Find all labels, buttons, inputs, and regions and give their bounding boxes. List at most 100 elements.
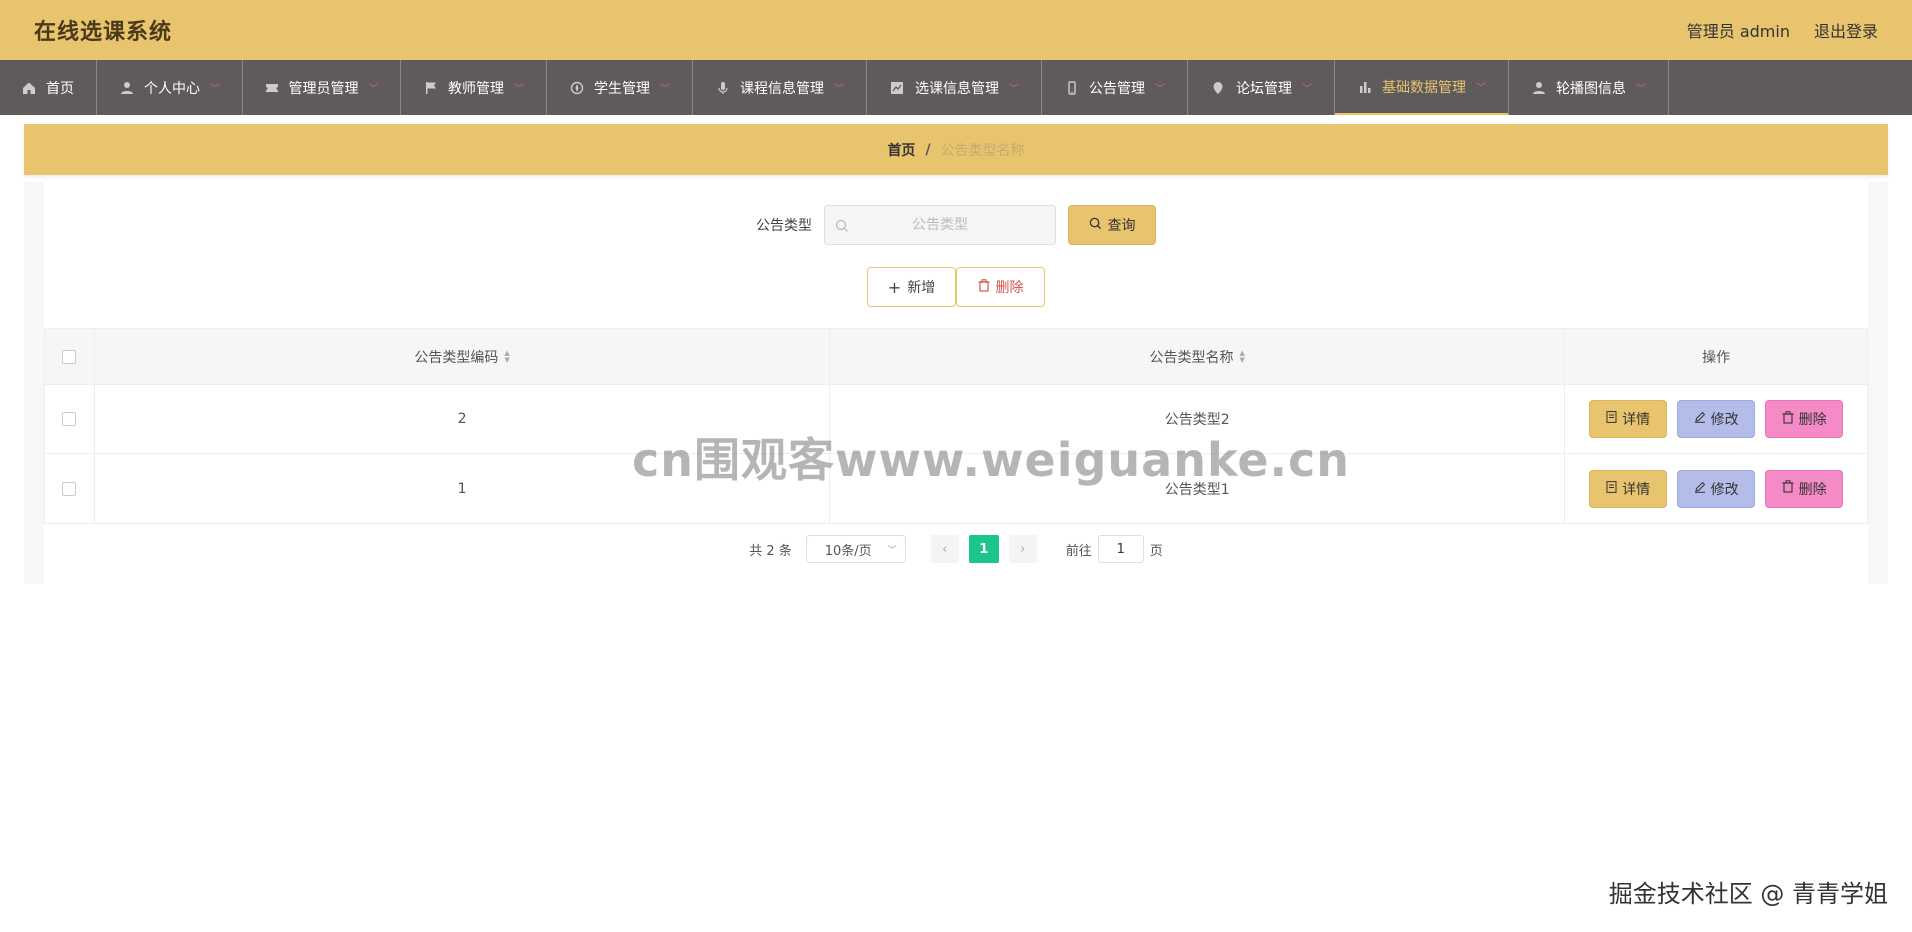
search-field[interactable] <box>824 205 1056 245</box>
content-panel: 公告类型 查询 + 新增 <box>24 182 1888 584</box>
next-page-button[interactable]: › <box>1008 535 1037 563</box>
batch-delete-button[interactable]: 删除 <box>956 267 1045 307</box>
header-code-label: 公告类型编码 <box>414 349 499 366</box>
nav-item-3[interactable]: 教师管理 ﹀ <box>401 60 547 115</box>
nav-item-5[interactable]: 课程信息管理 ﹀ <box>693 60 867 115</box>
add-button-label: 新增 <box>907 280 936 296</box>
nav-item-label: 教师管理 <box>448 80 504 97</box>
table-row: 2 公告类型2 详情 修改 删除 <box>45 385 1867 454</box>
query-button-label: 查询 <box>1107 218 1136 234</box>
bar-chart-icon <box>1357 79 1372 95</box>
batch-delete-label: 删除 <box>995 280 1024 296</box>
row-select-cell <box>45 454 95 523</box>
delete-button-label: 删除 <box>1798 481 1827 498</box>
nav-item-7[interactable]: 公告管理 ﹀ <box>1042 60 1188 115</box>
plus-icon: + <box>887 277 902 297</box>
nav-item-label: 个人中心 <box>144 80 200 97</box>
detail-button-label: 详情 <box>1622 481 1651 498</box>
nav-item-8[interactable]: 论坛管理 ﹀ <box>1188 60 1335 115</box>
delete-button[interactable]: 删除 <box>1765 469 1844 508</box>
nav-item-1[interactable]: 个人中心 ﹀ <box>97 60 243 115</box>
breadcrumb: 首页 / 公告类型名称 <box>24 124 1888 175</box>
action-bar: + 新增 删除 <box>44 267 1868 307</box>
prev-page-button[interactable]: ‹ <box>930 535 959 563</box>
page-number-current[interactable]: 1 <box>968 535 999 563</box>
microphone-icon <box>715 80 730 96</box>
breadcrumb-separator: / <box>925 141 931 158</box>
chevron-down-icon: ﹀ <box>1636 84 1646 95</box>
current-user-label: 管理员 admin <box>1686 22 1790 41</box>
add-button[interactable]: + 新增 <box>867 267 956 307</box>
trash-icon <box>1782 480 1794 497</box>
table-body: 2 公告类型2 详情 修改 删除 1 公告类型1 详情 修改 删除 <box>45 385 1867 523</box>
ticket-icon <box>265 80 279 96</box>
row-checkbox[interactable] <box>62 412 77 426</box>
table-header-row: 公告类型编码 ▲ ▼ 公告类型名称 ▲ ▼ 操作 <box>45 329 1867 385</box>
mobile-icon <box>1064 80 1079 96</box>
sort-icon[interactable]: ▲ ▼ <box>504 349 509 364</box>
delete-button-label: 删除 <box>1798 412 1827 428</box>
cell-name: 公告类型1 <box>830 454 1566 523</box>
chevron-down-icon: ﹀ <box>887 545 897 556</box>
chevron-right-icon: › <box>1020 541 1026 557</box>
nav-item-label: 选课信息管理 <box>915 80 999 97</box>
detail-button[interactable]: 详情 <box>1589 469 1668 508</box>
row-checkbox[interactable] <box>62 481 77 496</box>
sort-icon[interactable]: ▲ ▼ <box>1240 349 1245 364</box>
page-size-select[interactable]: 10条/页 ﹀ <box>805 535 906 563</box>
chevron-down-icon: ﹀ <box>660 84 670 95</box>
edit-button[interactable]: 修改 <box>1677 469 1756 508</box>
cell-ops: 详情 修改 删除 <box>1565 454 1867 523</box>
data-table: 公告类型编码 ▲ ▼ 公告类型名称 ▲ ▼ 操作 2 公告类型2 详情 修改 删除 1 公告类型1 详… <box>44 328 1868 524</box>
cell-code: 1 <box>95 454 831 523</box>
edit-button-label: 修改 <box>1710 412 1739 428</box>
search-bar: 公告类型 查询 <box>44 205 1868 245</box>
chevron-left-icon: ‹ <box>942 541 948 557</box>
logout-link[interactable]: 退出登录 <box>1814 18 1878 42</box>
nav-item-label: 基础数据管理 <box>1382 79 1466 96</box>
nav-item-4[interactable]: 学生管理 ﹀ <box>547 60 693 115</box>
nav-item-2[interactable]: 管理员管理 ﹀ <box>243 60 401 115</box>
edit-icon <box>1694 481 1706 497</box>
nav-item-label: 公告管理 <box>1089 80 1145 97</box>
delete-button[interactable]: 删除 <box>1765 400 1844 438</box>
nav-item-9[interactable]: 基础数据管理 ﹀ <box>1335 60 1509 115</box>
table-row: 1 公告类型1 详情 修改 删除 <box>45 454 1867 523</box>
nav-item-0[interactable]: 首页 <box>0 60 97 115</box>
pagination: 共 2 条 10条/页 ﹀ ‹ 1 › 前往 1 页 <box>44 535 1868 563</box>
chart-box-icon <box>889 80 905 96</box>
search-input[interactable] <box>835 217 1045 233</box>
search-icon <box>1089 217 1102 234</box>
user-icon <box>1531 80 1546 96</box>
query-button[interactable]: 查询 <box>1068 205 1156 245</box>
compass-icon <box>569 80 584 96</box>
goto-page-input[interactable]: 1 <box>1097 535 1144 563</box>
nav-item-6[interactable]: 选课信息管理 ﹀ <box>867 60 1042 115</box>
nav-item-label: 管理员管理 <box>288 80 359 97</box>
select-all-checkbox[interactable] <box>62 349 77 364</box>
header-code[interactable]: 公告类型编码 ▲ ▼ <box>95 329 831 384</box>
header-ops-label: 操作 <box>1702 349 1731 366</box>
chevron-down-icon: ﹀ <box>1476 83 1486 94</box>
chevron-down-icon: ﹀ <box>834 84 844 95</box>
breadcrumb-home[interactable]: 首页 <box>887 140 915 160</box>
nav-item-10[interactable]: 轮播图信息 ﹀ <box>1509 60 1669 115</box>
page-size-value: 10条/页 <box>824 543 872 559</box>
goto-suffix: 页 <box>1149 543 1163 559</box>
cell-code: 2 <box>95 385 831 453</box>
cell-name: 公告类型2 <box>830 385 1566 453</box>
header-name[interactable]: 公告类型名称 ▲ ▼ <box>830 329 1566 384</box>
document-icon <box>1606 411 1617 427</box>
detail-button[interactable]: 详情 <box>1589 400 1668 438</box>
header-name-label: 公告类型名称 <box>1149 349 1234 366</box>
search-icon <box>835 218 849 237</box>
main-nav: 首页 个人中心 ﹀ 管理员管理 ﹀ 教师管理 ﹀ 学生管理 ﹀ 课程信息管理 ﹀ 选课信息管理 ﹀ 公告管… <box>0 60 1912 115</box>
detail-button-label: 详情 <box>1622 412 1651 428</box>
corner-watermark: 掘金技术社区 @ 青青学姐 <box>1608 880 1888 908</box>
document-icon <box>1606 480 1617 497</box>
flag-icon <box>423 80 438 96</box>
edit-button[interactable]: 修改 <box>1677 400 1756 438</box>
chevron-down-icon: ﹀ <box>1009 84 1019 95</box>
chevron-down-icon: ﹀ <box>1302 84 1312 95</box>
nav-item-label: 首页 <box>46 80 74 97</box>
